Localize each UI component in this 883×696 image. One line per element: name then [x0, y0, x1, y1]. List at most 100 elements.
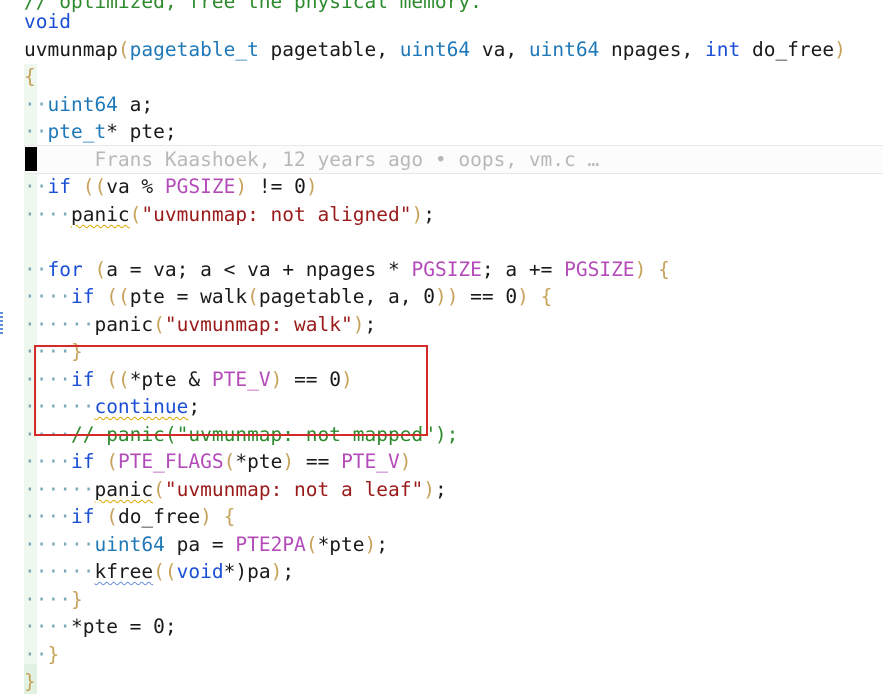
code-token: continue — [94, 395, 189, 418]
code-token: ) — [341, 368, 353, 391]
code-line[interactable]: ··pte_t* pte; — [24, 118, 177, 145]
code-line[interactable]: ····} — [24, 586, 83, 613]
code-token: } — [70, 340, 83, 363]
code-token: *pte — [235, 450, 283, 473]
indent-guide: ···· — [24, 285, 71, 308]
code-line[interactable]: // optimized, free the physical memory. — [24, 0, 482, 15]
code-line[interactable]: ······uint64 pa = PTE2PA(*pte); — [24, 531, 388, 558]
indent-guide: ···· — [24, 423, 71, 446]
code-line[interactable]: ····// panic("uvmunmap: not mapped"); — [24, 421, 458, 448]
code-token: == 0 — [458, 285, 518, 308]
code-token: // panic("uvmunmap: not mapped"); — [70, 423, 459, 446]
code-line[interactable]: void — [24, 8, 71, 35]
code-token: ( — [247, 285, 259, 308]
indent-guide: ·· — [24, 175, 48, 198]
code-token: *pte & — [129, 368, 212, 391]
code-token: panic — [94, 478, 154, 501]
code-line[interactable]: ····*pte = 0; — [24, 613, 177, 640]
code-token: do_free — [117, 505, 201, 528]
code-line[interactable]: ····if ((pte = walk(pagetable, a, 0)) ==… — [24, 283, 552, 310]
indent-guide: ·· — [24, 120, 48, 143]
code-token: ; a += — [481, 258, 565, 281]
code-token: ) — [517, 285, 529, 308]
code-token: do_free — [740, 38, 835, 61]
code-token: ) — [834, 38, 846, 61]
code-token: npages, — [599, 38, 705, 61]
code-token: * pte; — [106, 120, 177, 143]
code-token: pagetable_t — [129, 38, 259, 61]
code-line[interactable]: ··uint64 a; — [24, 91, 153, 118]
code-token: if — [70, 450, 95, 473]
indent-guide: ·· — [24, 258, 48, 281]
indent-guide: ···· — [24, 505, 71, 528]
code-token: PGSIZE — [411, 258, 482, 281]
code-line[interactable]: ··for (a = va; a < va + npages * PGSIZE;… — [24, 256, 670, 283]
code-line[interactable]: { — [24, 63, 36, 90]
code-token: ( — [129, 203, 142, 226]
code-token: "uvmunmap: walk" — [164, 313, 353, 336]
git-blame-annotation[interactable]: Frans Kaashoek, 12 years ago • oops, vm.… — [24, 146, 599, 173]
code-token: kfree — [94, 560, 154, 583]
code-line[interactable]: ····if (do_free) { — [24, 503, 235, 530]
code-token: } — [70, 588, 83, 611]
code-token: ; — [364, 313, 377, 336]
code-token: pa = — [164, 533, 236, 556]
code-line[interactable]: ····} — [24, 338, 83, 365]
code-line[interactable]: ····if ((*pte & PTE_V) == 0) — [24, 366, 353, 393]
indent-guide: ······ — [24, 560, 95, 583]
code-token: ) — [270, 368, 283, 391]
code-token: pagetable, — [258, 38, 400, 61]
code-line[interactable]: } — [24, 668, 36, 695]
code-line[interactable]: ······panic("uvmunmap: not a leaf"); — [24, 476, 447, 503]
code-token: } — [47, 643, 60, 666]
indent-guide: ···· — [24, 615, 71, 638]
code-line[interactable]: ····panic("uvmunmap: not aligned"); — [24, 201, 435, 228]
code-token: ( — [117, 38, 130, 61]
indent-guide: ······ — [24, 395, 95, 418]
code-token: { — [540, 285, 553, 308]
code-token: PGSIZE — [164, 175, 236, 198]
code-token: "uvmunmap: not a leaf" — [164, 478, 424, 501]
code-token: (( — [153, 560, 177, 583]
code-line[interactable]: ······panic("uvmunmap: walk"); — [24, 311, 376, 338]
code-token: { — [24, 65, 36, 88]
code-token: Frans Kaashoek, 12 years ago • oops, vm.… — [24, 148, 600, 171]
code-token: uint64 — [47, 93, 118, 116]
code-token: uint64 — [94, 533, 165, 556]
code-token: *pte — [317, 533, 365, 556]
code-token: ) — [282, 450, 295, 473]
code-token: uint64 — [528, 38, 600, 61]
code-token: ) — [352, 313, 365, 336]
code-editor[interactable]: // optimized, free the physical memory. v… — [0, 0, 883, 696]
code-line[interactable]: ······continue; — [24, 393, 200, 420]
code-token: ( — [94, 258, 107, 281]
code-token: ; — [282, 560, 295, 583]
code-line[interactable]: ··} — [24, 641, 59, 668]
indent-guide: ······ — [24, 533, 95, 556]
change-marker[interactable] — [0, 312, 3, 336]
code-token: ) — [270, 560, 283, 583]
code-line[interactable]: ······kfree((void*)pa); — [24, 558, 294, 585]
code-token: uvmunmap — [24, 38, 118, 61]
code-token: ) — [634, 258, 647, 281]
code-token: ( — [106, 505, 118, 528]
code-token: )) — [434, 285, 459, 308]
code-token: ) — [364, 533, 377, 556]
code-token: { — [658, 258, 670, 281]
code-token: void — [24, 10, 71, 33]
code-line[interactable]: uvmunmap(pagetable_t pagetable, uint64 v… — [24, 36, 846, 63]
code-token: ; — [423, 203, 435, 226]
code-line[interactable]: ····if (PTE_FLAGS(*pte) == PTE_V) — [24, 448, 412, 475]
code-token: PTE2PA — [235, 533, 306, 556]
code-token: ( — [305, 533, 318, 556]
code-token: pte = walk — [129, 285, 248, 308]
code-line[interactable]: ··if ((va % PGSIZE) != 0) — [24, 173, 318, 200]
code-token: PGSIZE — [564, 258, 635, 281]
code-token: // optimized, free the physical memory. — [24, 0, 482, 13]
